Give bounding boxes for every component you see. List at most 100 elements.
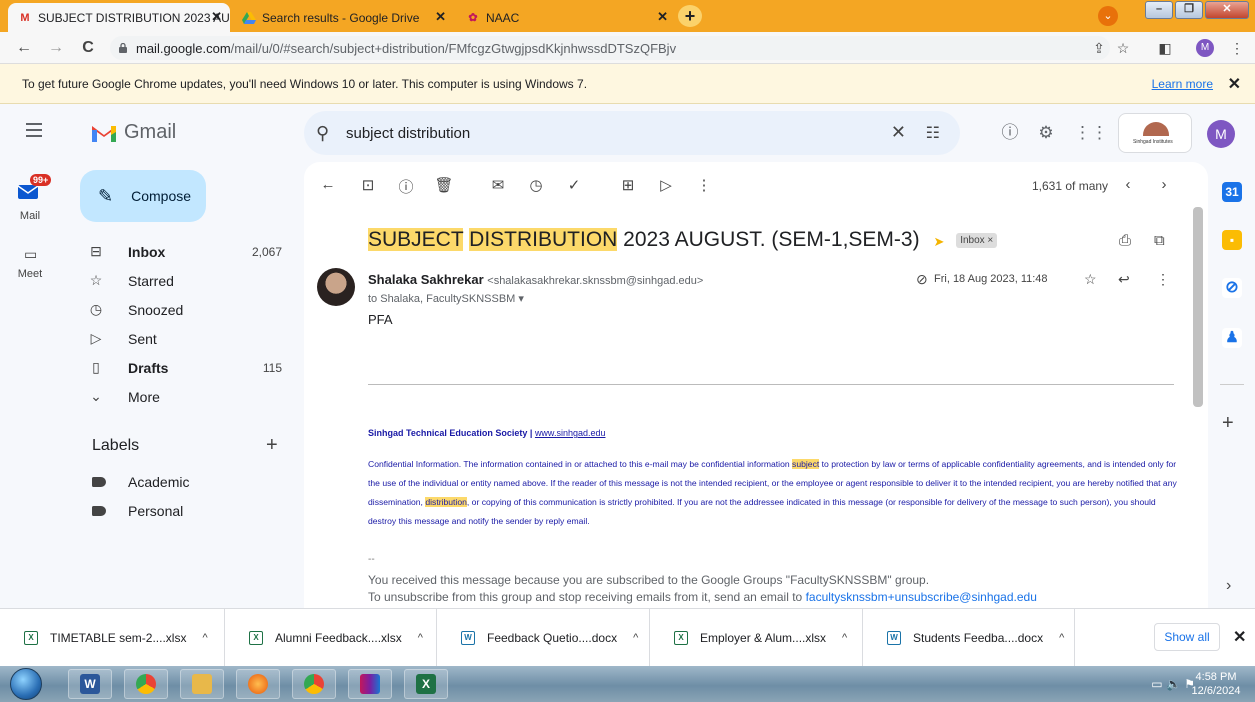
chevron-up-icon[interactable]: ^ [842, 632, 847, 644]
label-academic[interactable]: Academic [92, 470, 189, 494]
back-arrow-icon[interactable]: ← [14, 38, 34, 58]
label-icon[interactable]: ▷ [656, 176, 676, 196]
more-options-icon[interactable]: ⋮ [694, 176, 714, 196]
chrome-profile-avatar[interactable]: M [1196, 39, 1214, 57]
show-details-icon[interactable]: ▾ [518, 293, 524, 305]
compose-button[interactable]: ✎ Compose [80, 170, 206, 222]
chevron-up-icon[interactable]: ^ [418, 632, 423, 644]
sidebar-item-drafts[interactable]: ▯ Drafts 115 [72, 353, 294, 382]
label-personal[interactable]: Personal [92, 499, 183, 523]
share-icon[interactable]: ⇪ [1090, 39, 1108, 57]
chevron-up-icon[interactable]: ^ [1059, 632, 1064, 644]
meet-label[interactable]: Meet [0, 268, 65, 280]
sidebar-item-inbox[interactable]: ⊟ Inbox 2,067 [72, 237, 294, 266]
message-scrollbar[interactable] [1193, 207, 1203, 407]
taskbar-winrar[interactable] [348, 669, 392, 699]
calendar-icon[interactable]: 31 [1222, 182, 1242, 202]
taskbar-firefox[interactable] [236, 669, 280, 699]
mark-unread-icon[interactable]: ✉ [488, 176, 508, 196]
tab-gmail[interactable]: M SUBJECT DISTRIBUTION 2023 AU ✕ [8, 3, 230, 32]
close-tab-icon[interactable]: ✕ [657, 9, 668, 25]
tasks-icon[interactable]: ⊘ [1222, 278, 1242, 298]
close-downloads-icon[interactable]: ✕ [1233, 627, 1246, 647]
inbox-label-chip[interactable]: Inbox × [956, 233, 998, 248]
mail-label[interactable]: Mail [0, 210, 65, 222]
importance-marker-icon[interactable]: ➤ [933, 234, 944, 249]
sidebar-item-more[interactable]: ⌄ More [72, 382, 294, 411]
print-icon[interactable]: ⎙ [1119, 232, 1131, 249]
report-spam-icon[interactable]: ⓘ [396, 176, 416, 196]
address-bar[interactable]: mail.google.com/mail/u/0/#search/subject… [110, 36, 1110, 60]
download-item[interactable]: X Employer & Alum....xlsx ^ [650, 609, 863, 666]
search-bar[interactable]: ⚲ subject distribution ✕ ☷ [304, 111, 960, 155]
chevron-up-icon[interactable]: ^ [202, 632, 207, 644]
clear-search-icon[interactable]: ✕ [891, 122, 906, 143]
star-message-icon[interactable]: ☆ [1084, 271, 1097, 288]
download-item[interactable]: W Students Feedba....docx ^ [863, 609, 1075, 666]
network-icon[interactable]: ▭ [1151, 677, 1162, 691]
bookmark-star-icon[interactable]: ☆ [1114, 39, 1132, 57]
tab-naac[interactable]: ✿ NAAC ✕ [456, 3, 676, 32]
close-window-icon[interactable]: ✕ [1205, 1, 1249, 19]
recipients-line[interactable]: to Shalaka, FacultySKNSSBM ▾ [368, 292, 524, 305]
close-infobar-icon[interactable]: ✕ [1228, 74, 1241, 94]
sidebar-item-snoozed[interactable]: ◷ Snoozed [72, 295, 294, 324]
taskbar-word[interactable]: W [68, 669, 112, 699]
sender-name[interactable]: Shalaka Sakhrekar [368, 272, 484, 287]
contacts-icon[interactable]: ♟ [1222, 328, 1242, 348]
forward-arrow-icon[interactable]: → [46, 38, 66, 58]
organization-logo[interactable]: Sinhgad Institutes [1118, 113, 1192, 153]
snooze-icon[interactable]: ◷ [526, 176, 546, 196]
side-panel-icon[interactable]: ◧ [1156, 39, 1174, 57]
chevron-up-icon[interactable]: ^ [633, 632, 638, 644]
search-options-icon[interactable]: ☷ [926, 123, 940, 143]
close-tab-icon[interactable]: ✕ [211, 9, 222, 25]
close-tab-icon[interactable]: ✕ [435, 9, 446, 25]
download-item[interactable]: X TIMETABLE sem-2....xlsx ^ [0, 609, 225, 666]
sidebar-item-sent[interactable]: ▷ Sent [72, 324, 294, 353]
delete-icon[interactable]: 🗑 [434, 176, 454, 196]
search-icon[interactable]: ⚲ [316, 123, 336, 143]
video-camera-icon[interactable]: ▭ [24, 246, 37, 263]
keep-icon[interactable]: ▪ [1222, 230, 1242, 250]
learn-more-link[interactable]: Learn more [1152, 77, 1213, 91]
new-tab-button[interactable]: + [678, 5, 702, 27]
apps-grid-icon[interactable]: ⋮⋮ [1074, 123, 1108, 143]
taskbar-chrome[interactable] [124, 669, 168, 699]
unsubscribe-link[interactable]: facultysknssbm+unsubscribe@sinhgad.edu [806, 590, 1037, 604]
open-new-window-icon[interactable]: ⧉ [1154, 232, 1165, 249]
volume-icon[interactable]: 🔈 [1166, 677, 1181, 691]
help-icon[interactable]: ⓘ [1000, 123, 1020, 143]
taskbar-excel[interactable]: X [404, 669, 448, 699]
start-button-icon[interactable] [10, 668, 42, 700]
taskbar-chrome-profile[interactable] [292, 669, 336, 699]
previous-chevron-icon[interactable]: ‹ [1118, 176, 1138, 196]
download-item[interactable]: W Feedback Quetio....docx ^ [437, 609, 650, 666]
next-chevron-icon[interactable]: › [1154, 176, 1174, 196]
minimize-icon[interactable]: – [1145, 1, 1173, 19]
main-menu-icon[interactable] [26, 123, 42, 137]
back-to-search-icon[interactable]: ← [318, 176, 338, 196]
reload-icon[interactable]: C [78, 38, 98, 58]
archive-icon[interactable]: ⊡ [358, 176, 378, 196]
add-label-icon[interactable]: + [266, 434, 278, 457]
gear-icon[interactable]: ⚙ [1036, 123, 1056, 143]
chrome-menu-icon[interactable]: ⋮ [1228, 39, 1246, 57]
system-clock[interactable]: 4:58 PM 12/6/2024 [1186, 670, 1246, 698]
show-all-downloads-button[interactable]: Show all [1154, 623, 1220, 651]
get-addons-icon[interactable]: + [1222, 412, 1234, 435]
move-to-icon[interactable]: ⊞ [618, 176, 638, 196]
sidebar-item-starred[interactable]: ☆ Starred [72, 266, 294, 295]
tab-search-chevron-icon[interactable]: ⌄ [1098, 6, 1118, 26]
download-item[interactable]: X Alumni Feedback....xlsx ^ [225, 609, 437, 666]
taskbar-explorer[interactable] [180, 669, 224, 699]
add-to-tasks-icon[interactable]: ✓ [564, 176, 584, 196]
society-link[interactable]: www.sinhgad.edu [535, 428, 606, 438]
user-avatar[interactable]: M [1207, 120, 1235, 148]
search-input[interactable]: subject distribution [346, 125, 470, 142]
message-more-icon[interactable]: ⋮ [1156, 271, 1170, 288]
reply-icon[interactable]: ↩ [1118, 271, 1130, 288]
sender-avatar[interactable] [317, 268, 355, 306]
show-side-panel-icon[interactable]: › [1226, 577, 1231, 595]
maximize-icon[interactable]: ❐ [1175, 1, 1203, 19]
